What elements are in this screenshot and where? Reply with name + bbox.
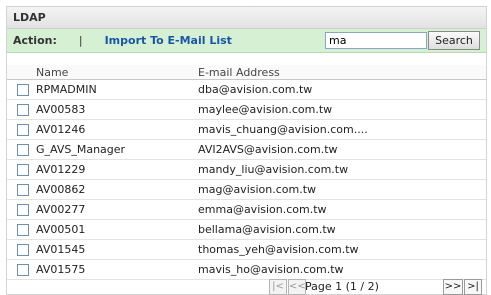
row-email: thomas_yeh@avision.com.tw <box>198 243 359 256</box>
row-checkbox[interactable] <box>17 144 29 156</box>
row-checkbox[interactable] <box>17 184 29 196</box>
row-name: AV00501 <box>36 223 86 236</box>
row-name: G_AVS_Manager <box>36 143 126 156</box>
row-checkbox[interactable] <box>17 204 29 216</box>
first-page-button[interactable]: |< <box>269 279 287 295</box>
search-input[interactable] <box>325 32 427 49</box>
row-name: RPMADMIN <box>36 83 97 96</box>
row-email: AVI2AVS@avision.com.tw <box>198 143 338 156</box>
row-name: AV00862 <box>36 183 86 196</box>
action-label: Action: <box>13 34 57 47</box>
row-checkbox[interactable] <box>17 84 29 96</box>
table-row[interactable]: AV00277 emma@avision.com.tw <box>7 200 486 220</box>
table-row[interactable]: AV01545 thomas_yeh@avision.com.tw <box>7 240 486 260</box>
table-row[interactable]: AV00583 maylee@avision.com.tw <box>7 100 486 120</box>
table-row[interactable]: G_AVS_Manager AVI2AVS@avision.com.tw <box>7 140 486 160</box>
row-email: emma@avision.com.tw <box>198 203 327 216</box>
contacts-table: Name E-mail Address RPMADMIN dba@avision.… <box>7 65 486 280</box>
row-email: mavis_ho@avision.com.tw <box>198 263 344 276</box>
row-checkbox[interactable] <box>17 164 29 176</box>
import-to-email-list-link[interactable]: Import To E-Mail List <box>105 34 232 47</box>
row-checkbox[interactable] <box>17 124 29 136</box>
action-separator: | <box>78 34 83 47</box>
row-checkbox[interactable] <box>17 104 29 116</box>
row-email: dba@avision.com.tw <box>198 83 313 96</box>
row-name: AV00583 <box>36 103 86 116</box>
action-bar: Action: | Import To E-Mail List Search <box>7 29 486 53</box>
next-page-button[interactable]: >> <box>443 279 463 295</box>
page-indicator: Page 1 (1 / 2) <box>305 280 379 293</box>
pager: |< << Page 1 (1 / 2) >> >| <box>7 278 486 295</box>
row-checkbox[interactable] <box>17 244 29 256</box>
table-row[interactable]: AV01575 mavis_ho@avision.com.tw <box>7 260 486 280</box>
column-header-email[interactable]: E-mail Address <box>198 66 280 79</box>
search-button[interactable]: Search <box>428 31 480 50</box>
table-row[interactable]: AV00501 bellama@avision.com.tw <box>7 220 486 240</box>
panel-title: LDAP <box>13 11 46 24</box>
row-email: maylee@avision.com.tw <box>198 103 333 116</box>
row-name: AV01229 <box>36 163 86 176</box>
row-email: mag@avision.com.tw <box>198 183 317 196</box>
last-page-button[interactable]: >| <box>464 279 482 295</box>
table-row[interactable]: AV00862 mag@avision.com.tw <box>7 180 486 200</box>
table-header: Name E-mail Address <box>7 65 486 80</box>
row-email: bellama@avision.com.tw <box>198 223 336 236</box>
title-bar: LDAP <box>7 7 486 29</box>
row-name: AV00277 <box>36 203 86 216</box>
row-email: mandy_liu@avision.com.tw <box>198 163 349 176</box>
table-row[interactable]: RPMADMIN dba@avision.com.tw <box>7 80 486 100</box>
row-name: AV01246 <box>36 123 86 136</box>
ldap-panel: LDAP Action: | Import To E-Mail List Sea… <box>6 6 487 295</box>
table-body: RPMADMIN dba@avision.com.tw AV00583 maylee@… <box>7 80 486 280</box>
prev-page-button[interactable]: << <box>288 279 306 295</box>
row-name: AV01575 <box>36 263 86 276</box>
row-checkbox[interactable] <box>17 264 29 276</box>
column-header-name[interactable]: Name <box>36 66 68 79</box>
table-row[interactable]: AV01246 mavis_chuang@avision.com.... <box>7 120 486 140</box>
table-row[interactable]: AV01229 mandy_liu@avision.com.tw <box>7 160 486 180</box>
row-checkbox[interactable] <box>17 224 29 236</box>
row-name: AV01545 <box>36 243 86 256</box>
row-email: mavis_chuang@avision.com.... <box>198 123 368 136</box>
